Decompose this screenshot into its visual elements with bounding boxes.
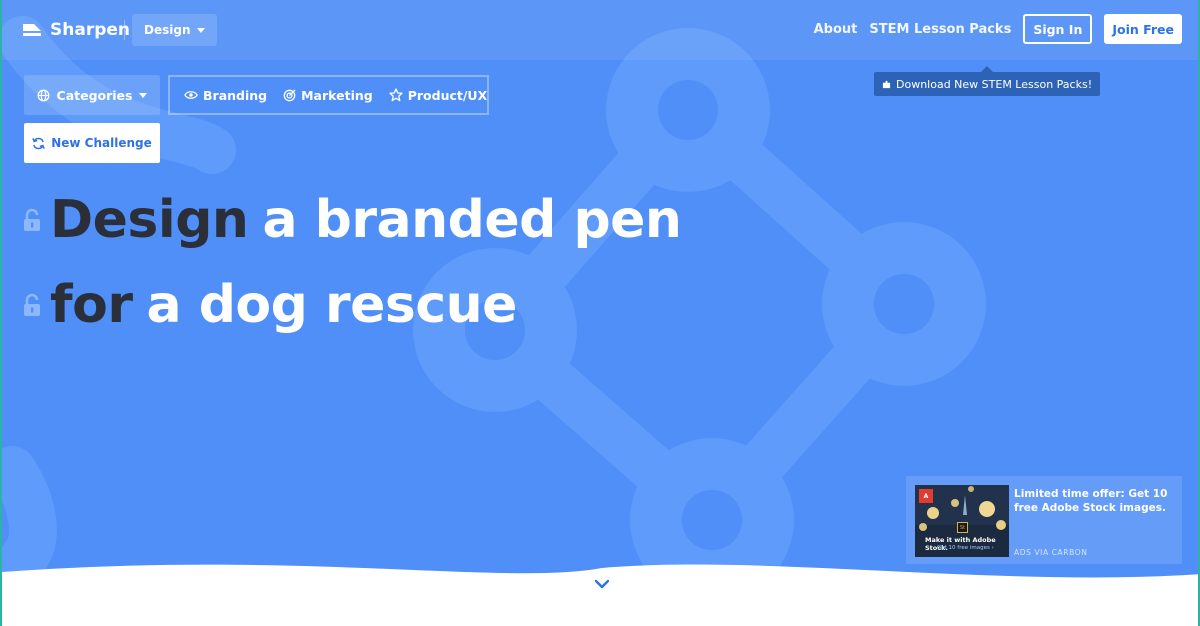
adobe-logo-icon: A — [919, 489, 933, 503]
locked-word-for[interactable]: for — [50, 275, 133, 335]
stem-promo-tooltip[interactable]: Download New STEM Lesson Packs! — [874, 66, 1101, 96]
filter-marketing[interactable]: Marketing — [283, 88, 373, 103]
header-divider — [124, 20, 125, 40]
challenge-text-line-1: a branded pen — [262, 190, 682, 250]
brand-name: Sharpen — [50, 20, 131, 40]
mode-dropdown[interactable]: Design — [132, 14, 217, 46]
filter-product-ux[interactable]: Product/UX — [389, 87, 488, 103]
chevron-down-icon — [139, 92, 148, 98]
locked-word-design[interactable]: Design — [50, 190, 249, 250]
stock-badge-icon: St — [957, 522, 968, 533]
challenge-text-line-2: a dog rescue — [146, 275, 518, 335]
target-icon — [283, 88, 296, 101]
brand-logo[interactable]: Sharpen — [22, 18, 130, 42]
categories-dropdown[interactable]: Categories — [24, 75, 160, 115]
new-challenge-button[interactable]: New Challenge — [24, 123, 160, 163]
ad-text[interactable]: Limited time offer: Get 10 free Adobe St… — [1014, 487, 1172, 515]
main-nav: About STEM Lesson Packs Sign In Join Fre… — [814, 14, 1182, 44]
star-icon — [389, 88, 403, 102]
nav-link-stem-lesson-packs[interactable]: STEM Lesson Packs — [869, 22, 1011, 37]
headline-line-2: for a dog rescue — [22, 275, 517, 335]
globe-icon — [37, 89, 49, 101]
ad-attribution[interactable]: ADS VIA CARBON — [1014, 548, 1087, 557]
filter-label: Marketing — [301, 87, 373, 103]
nav-link-about[interactable]: About — [814, 22, 858, 37]
mode-dropdown-label: Design — [144, 23, 191, 37]
promo-text: Download New STEM Lesson Packs! — [896, 77, 1093, 91]
puzzle-icon — [882, 80, 891, 88]
filter-label: Branding — [203, 87, 268, 103]
sign-in-button[interactable]: Sign In — [1023, 14, 1093, 44]
filter-label: Product/UX — [407, 87, 488, 103]
ad-image-subcaption: Get 10 free images › — [937, 545, 994, 551]
top-navigation-bar: Sharpen Design About STEM Lesson Packs S… — [2, 0, 1198, 60]
unlock-icon[interactable] — [22, 208, 42, 232]
chevron-down-icon — [196, 27, 205, 33]
sharpen-logo-icon — [23, 24, 41, 36]
filter-branding[interactable]: Branding — [184, 88, 267, 103]
headline-line-1: Design a branded pen — [22, 190, 682, 250]
hero: Sharpen Design About STEM Lesson Packs S… — [0, 0, 1200, 626]
join-free-button[interactable]: Join Free — [1104, 14, 1182, 44]
carbon-ad[interactable]: A St Make it with Adobe Stock. Get 10 fr… — [906, 476, 1182, 564]
unlock-icon[interactable] — [22, 293, 42, 317]
ad-image[interactable]: A St Make it with Adobe Stock. Get 10 fr… — [915, 485, 1009, 557]
new-challenge-label: New Challenge — [51, 136, 152, 150]
category-filters: Branding Marketing Product/UX — [168, 75, 489, 115]
scroll-down-chevron-icon[interactable] — [588, 570, 616, 594]
categories-label: Categories — [56, 87, 133, 103]
eye-icon — [184, 91, 198, 99]
refresh-icon — [32, 137, 45, 149]
